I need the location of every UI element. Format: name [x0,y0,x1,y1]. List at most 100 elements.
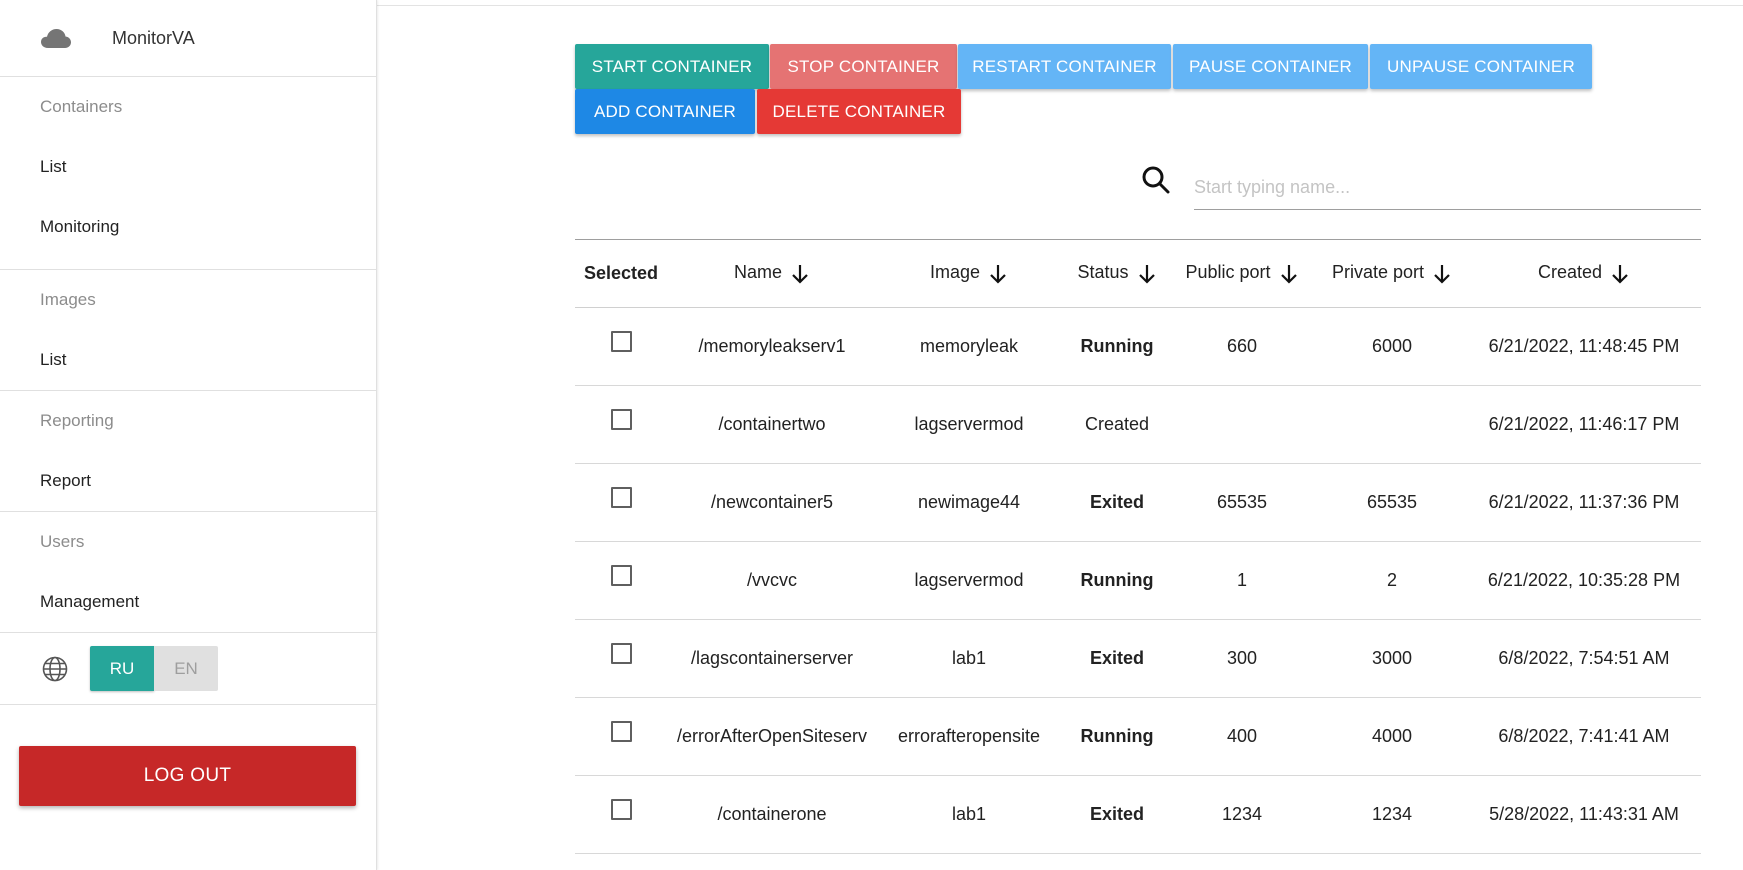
cell-public-port: 65535 [1167,463,1317,542]
cell-private-port: 6000 [1317,307,1467,386]
search-input[interactable] [1194,166,1701,210]
section-title-reporting: Reporting [40,411,114,430]
row-select-cell [575,775,673,854]
sort-arrow-down-icon[interactable] [790,263,810,285]
row-checkbox[interactable] [611,643,632,664]
containers-table: Selected Name Image Status Public port P… [575,239,1701,854]
cell-created: 6/21/2022, 11:46:17 PM [1467,385,1701,464]
section-containers: Containers List Monitoring [0,77,376,270]
cell-created: 6/21/2022, 10:35:28 PM [1467,541,1701,620]
header-private-port[interactable]: Private port [1317,239,1467,308]
section-title-images: Images [40,290,96,309]
header-private-port-label: Private port [1331,262,1425,283]
start-container-button[interactable]: START CONTAINER [575,44,769,89]
cell-name: /lagscontainerserver [673,619,871,698]
header-selected: Selected [575,239,673,308]
header-public-port-label: Public port [1185,262,1271,283]
sidebar-item-monitoring[interactable]: Monitoring [0,197,376,257]
sort-arrow-down-icon[interactable] [988,263,1008,285]
cell-created: 6/8/2022, 7:41:41 AM [1467,697,1701,776]
row-select-cell [575,619,673,698]
row-checkbox[interactable] [611,565,632,586]
cloud-icon [40,27,72,49]
cell-private-port: 2 [1317,541,1467,620]
brand: MonitorVA [0,0,376,77]
row-checkbox[interactable] [611,487,632,508]
row-checkbox[interactable] [611,799,632,820]
restart-container-button[interactable]: RESTART CONTAINER [958,44,1171,89]
table-row: /lagscontainerserver lab1 Exited 300 300… [575,619,1701,698]
sidebar-item-report[interactable]: Report [0,451,376,511]
sidebar-item-images-list[interactable]: List [0,330,376,390]
stop-container-button[interactable]: STOP CONTAINER [770,44,957,89]
cell-private-port: 65535 [1317,463,1467,542]
section-reporting: Reporting Report [0,391,376,512]
cell-private-port: 4000 [1317,697,1467,776]
unpause-container-button[interactable]: UNPAUSE CONTAINER [1370,44,1592,89]
header-image-label: Image [929,262,981,283]
cell-image: memoryleak [871,307,1067,386]
sort-arrow-down-icon[interactable] [1610,263,1630,285]
table-header-row: Selected Name Image Status Public port P… [575,239,1701,308]
header-name[interactable]: Name [673,239,871,308]
cell-created: 6/8/2022, 7:54:51 AM [1467,619,1701,698]
cell-image: lab1 [871,619,1067,698]
top-divider [377,5,1743,6]
pause-container-button[interactable]: PAUSE CONTAINER [1173,44,1368,89]
language-switcher: RU EN [0,633,376,705]
cell-private-port: 3000 [1317,619,1467,698]
cell-created: 6/21/2022, 11:37:36 PM [1467,463,1701,542]
cell-status: Created [1067,385,1167,464]
header-public-port[interactable]: Public port [1167,239,1317,308]
cell-status: Running [1067,697,1167,776]
section-title-users: Users [40,532,85,551]
cell-image: lab1 [871,775,1067,854]
cell-status: Exited [1067,463,1167,542]
header-status[interactable]: Status [1067,239,1167,308]
cell-status: Running [1067,307,1167,386]
cell-name: /containertwo [673,385,871,464]
cell-status: Exited [1067,775,1167,854]
cell-public-port [1167,385,1317,464]
cell-private-port: 1234 [1317,775,1467,854]
table-row: /vvcvc lagservermod Running 1 2 6/21/202… [575,541,1701,620]
globe-icon [42,656,68,682]
row-checkbox[interactable] [611,331,632,352]
logout-button[interactable]: LOG OUT [19,746,356,806]
table-row: /memoryleakserv1 memoryleak Running 660 … [575,307,1701,386]
lang-ru-button[interactable]: RU [90,646,154,691]
table-row: /containertwo lagservermod Created 6/21/… [575,385,1701,464]
add-container-button[interactable]: ADD CONTAINER [575,89,755,134]
table-row: /errorAfterOpenSiteserv errorafteropensi… [575,697,1701,776]
cell-image: lagservermod [871,541,1067,620]
sidebar-item-containers-list[interactable]: List [0,137,376,197]
cell-public-port: 400 [1167,697,1317,776]
cell-public-port: 1234 [1167,775,1317,854]
row-checkbox[interactable] [611,409,632,430]
section-title-containers: Containers [40,97,123,116]
lang-en-button[interactable]: EN [154,646,218,691]
cell-name: /newcontainer5 [673,463,871,542]
cell-public-port: 660 [1167,307,1317,386]
cell-name: /memoryleakserv1 [673,307,871,386]
section-users: Users Management [0,512,376,633]
sidebar-item-management[interactable]: Management [0,572,376,632]
sort-arrow-down-icon[interactable] [1137,263,1157,285]
header-image[interactable]: Image [871,239,1067,308]
sort-arrow-down-icon[interactable] [1432,263,1452,285]
row-checkbox[interactable] [611,721,632,742]
row-select-cell [575,307,673,386]
app-name: MonitorVA [112,27,195,48]
row-select-cell [575,385,673,464]
header-created[interactable]: Created [1467,239,1701,308]
header-created-label: Created [1537,262,1603,283]
sidebar: MonitorVA Containers List Monitoring Ima… [0,0,377,870]
cell-name: /containerone [673,775,871,854]
delete-container-button[interactable]: DELETE CONTAINER [757,89,961,134]
cell-name: /errorAfterOpenSiteserv [673,697,871,776]
row-select-cell [575,541,673,620]
sort-arrow-down-icon[interactable] [1279,263,1299,285]
section-images: Images List [0,270,376,391]
cell-status: Exited [1067,619,1167,698]
header-status-label: Status [1077,262,1129,283]
